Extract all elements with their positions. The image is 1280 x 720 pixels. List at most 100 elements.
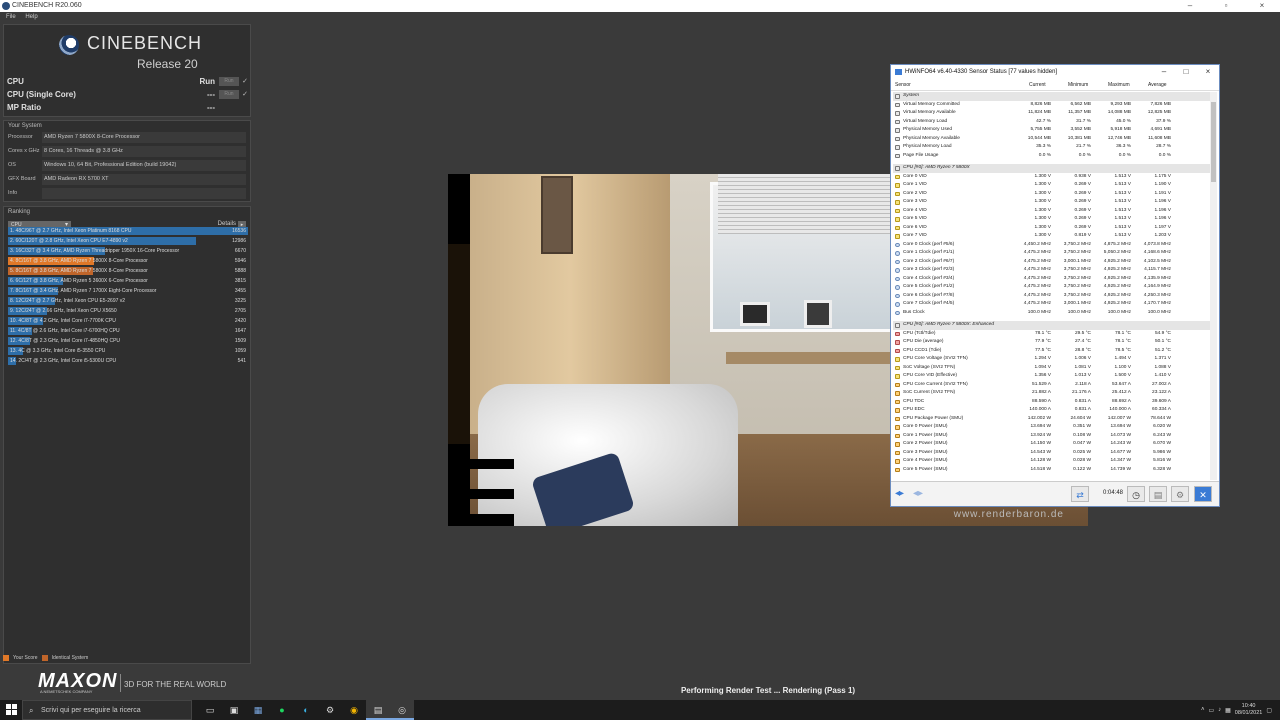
settings-gear-icon[interactable]: ⚙ <box>318 700 342 720</box>
minimize-icon[interactable]: – <box>1172 0 1208 12</box>
report-icon[interactable]: ▤ <box>1149 486 1167 502</box>
cinebench-taskbar-icon[interactable]: ◎ <box>390 700 414 720</box>
store-icon[interactable]: ▣ <box>222 700 246 720</box>
sensor-row[interactable]: CPU CCD1 (Tdie) 77.5 °C 28.8 °C 78.5 °C 51.2… <box>893 347 1211 356</box>
col-current[interactable]: Current <box>1029 79 1046 91</box>
ranking-item[interactable]: 7. 8C/16T @ 3.4 GHz, AMD Ryzen 7 1700X E… <box>8 286 248 296</box>
sensor-row[interactable]: Core 2 VID 1.300 V 0.269 V 1.513 V 1.191 V <box>893 190 1211 199</box>
sensor-row[interactable]: Core 7 Clock (perf #4/5) 4,475.2 MHz 3,000… <box>893 300 1211 309</box>
ranking-item[interactable]: 13. 4C @ 3.3 GHz, Intel Core i5-3550 CPU… <box>8 346 248 356</box>
run-button[interactable]: Run <box>219 90 239 99</box>
sensor-row[interactable]: Core 3 Power (SMU) 14.543 W 0.025 W 14.677 … <box>893 449 1211 458</box>
sensor-row[interactable]: Virtual Memory Available 11,824 MB 11,357 … <box>893 109 1211 118</box>
ranking-item[interactable]: 11. 4C/8T @ 2.6 GHz, Intel Core i7-6700H… <box>8 326 248 336</box>
sensor-row[interactable]: Core 0 Power (SMU) 13.694 W 0.351 W 13.694 … <box>893 423 1211 432</box>
tray-clock[interactable]: 10:40 08/01/2021 <box>1235 703 1263 717</box>
sensor-row[interactable]: Core 6 Clock (perf #7/8) 4,475.2 MHz 3,750… <box>893 292 1211 301</box>
sensor-row[interactable]: Physical Memory Used 5,755 MB 3,552 MB 5,91… <box>893 126 1211 135</box>
windows-start-icon[interactable] <box>6 704 18 716</box>
sensor-row[interactable]: Core 5 Power (SMU) 14.518 W 0.122 W 14.739 … <box>893 466 1211 475</box>
ranking-item[interactable]: 6. 6C/12T @ 3.8 GHz, AMD Ryzen 5 3600X 6… <box>8 276 248 286</box>
col-average[interactable]: Average <box>1148 79 1167 91</box>
sensor-row[interactable]: Core 3 VID 1.300 V 0.269 V 1.513 V 1.196 V <box>893 198 1211 207</box>
cinebench-titlebar[interactable]: CINEBENCH R20.060 – ▫ × <box>0 0 1280 12</box>
hwinfo-minimize-icon[interactable]: – <box>1153 65 1175 79</box>
edge-icon[interactable]: ◐ <box>294 700 318 720</box>
sensor-row[interactable]: Core 2 Clock (perf #6/7) 4,475.2 MHz 3,000… <box>893 258 1211 267</box>
ranking-item[interactable]: 14. 2C/4T @ 2.3 GHz, Intel Core i5-5300U… <box>8 356 248 366</box>
sensor-row[interactable]: Core 5 VID 1.300 V 0.269 V 1.513 V 1.196 V <box>893 215 1211 224</box>
sensor-row[interactable]: CPU Die (average) 77.9 °C 27.4 °C 78.1 °C 50… <box>893 338 1211 347</box>
checkmark-icon[interactable]: ✓ <box>242 75 248 88</box>
maximize-icon[interactable]: ▫ <box>1208 0 1244 12</box>
sensor-row[interactable]: SoC Voltage (SVI2 TFN) 1.094 V 1.081 V 1.10… <box>893 364 1211 373</box>
close-sensors-icon[interactable]: ✕ <box>1194 486 1212 502</box>
spotify-icon[interactable]: ● <box>270 700 294 720</box>
sensor-row[interactable]: Core 4 VID 1.300 V 0.269 V 1.513 V 1.196 V <box>893 207 1211 216</box>
hwinfo-scroll-thumb[interactable] <box>1211 102 1216 182</box>
ranking-item[interactable]: 4. 8C/16T @ 3.8 GHz, AMD Ryzen 7 5800X 8… <box>8 256 248 266</box>
col-minimum[interactable]: Minimum <box>1068 79 1088 91</box>
tray-chevron-icon[interactable]: ˄ <box>1201 707 1205 713</box>
hwinfo-close-icon[interactable]: × <box>1197 65 1219 79</box>
hwinfo-titlebar[interactable]: HWiNFO64 v6.40-4330 Sensor Status [77 va… <box>891 65 1219 79</box>
sensor-row[interactable]: Core 5 Clock (perf #1/2) 4,475.2 MHz 3,750… <box>893 283 1211 292</box>
sensor-row[interactable]: CPU TDC 88.590 A 0.831 A 88.692 A 39.609 A <box>893 398 1211 407</box>
ranking-item[interactable]: 3. 16C/32T @ 3.4 GHz, AMD Ryzen Threadri… <box>8 246 248 256</box>
network-icon[interactable]: ⇄ <box>1071 486 1089 502</box>
sensor-row[interactable]: CPU Core Voltage (SVI2 TFN) 1.294 V 1.006 … <box>893 355 1211 364</box>
notification-icon[interactable]: ▢ <box>1266 707 1272 714</box>
sensor-row[interactable]: CPU Core VID (Effective) 1.356 V 1.013 V 1.… <box>893 372 1211 381</box>
checkmark-icon[interactable]: ✓ <box>242 88 248 101</box>
sensor-group[interactable]: System <box>893 92 1211 101</box>
tray-volume-icon[interactable]: ♪ <box>1218 707 1221 713</box>
ranking-item[interactable]: 8. 12C/24T @ 2.7 GHz, Intel Xeon CPU E5-… <box>8 296 248 306</box>
ranking-item[interactable]: 9. 12C/24T @ 2.66 GHz, Intel Xeon CPU X5… <box>8 306 248 316</box>
sensor-row[interactable]: Page File Usage 0.0 % 0.0 % 0.0 % 0.0 % <box>893 152 1211 161</box>
sensor-row[interactable]: Virtual Memory Committed 8,826 MB 6,562 MB… <box>893 101 1211 110</box>
sensor-row[interactable]: Core 1 VID 1.300 V 0.269 V 1.513 V 1.190 V <box>893 181 1211 190</box>
sensor-row[interactable]: Core 3 Clock (perf #2/3) 4,475.2 MHz 3,750… <box>893 266 1211 275</box>
chrome-icon[interactable]: ◉ <box>342 700 366 720</box>
ranking-item[interactable]: 12. 4C/8T @ 2.3 GHz, Intel Core i7-4850H… <box>8 336 248 346</box>
ranking-item[interactable]: 1. 48C/96T @ 2.7 GHz, Intel Xeon Platinu… <box>8 226 248 236</box>
calculator-icon[interactable]: ▦ <box>246 700 270 720</box>
ranking-item[interactable]: 10. 4C/8T @ 4.2 GHz, Intel Core i7-7700K… <box>8 316 248 326</box>
sensor-row[interactable]: CPU Package Power (SMU) 142.002 W 24.604 W… <box>893 415 1211 424</box>
tray-network-icon[interactable]: ▭ <box>1208 707 1214 714</box>
taskbar-search[interactable]: ⌕ Scrivi qui per eseguire la ricerca <box>22 700 192 720</box>
sensor-row[interactable]: Bus Clock 100.0 MHz 100.0 MHz 100.0 MHz 100.… <box>893 309 1211 318</box>
ranking-item[interactable]: 5. 8C/16T @ 3.8 GHz, AMD Ryzen 7 5800X 8… <box>8 266 248 276</box>
close-icon[interactable]: × <box>1244 0 1280 12</box>
sensor-row[interactable]: Physical Memory Load 35.3 % 21.7 % 36.3 % 28… <box>893 143 1211 152</box>
sensor-group[interactable]: CPU [#0]: AMD Ryzen 7 5800X: Enhanced <box>893 321 1211 330</box>
menu-file[interactable]: File <box>6 14 16 20</box>
sensor-row[interactable]: Core 1 Clock (perf #1/1) 4,475.2 MHz 3,750… <box>893 249 1211 258</box>
sensor-row[interactable]: Core 0 Clock (perf #5/6) 4,450.2 MHz 3,750… <box>893 241 1211 250</box>
sensor-row[interactable]: Core 0 VID 1.300 V 0.938 V 1.513 V 1.175 V <box>893 173 1211 182</box>
sensor-row[interactable]: Core 6 VID 1.300 V 0.269 V 1.513 V 1.197 V <box>893 224 1211 233</box>
sensor-row[interactable]: CPU Core Current (SVI2 TFN) 51.529 A 2.118… <box>893 381 1211 390</box>
col-sensor[interactable]: Sensor <box>895 79 911 91</box>
menu-help[interactable]: Help <box>25 14 37 20</box>
sensor-row[interactable]: Core 7 VID 1.300 V 0.819 V 1.513 V 1.203 V <box>893 232 1211 241</box>
sensor-row[interactable]: Virtual Memory Load 42.7 % 31.7 % 45.0 % 37.… <box>893 118 1211 127</box>
sensor-row[interactable]: CPU (Tctl/Tdie) 78.1 °C 29.5 °C 78.1 °C 54.9… <box>893 330 1211 339</box>
hwinfo-taskbar-icon[interactable]: ▤ <box>366 700 390 720</box>
sensor-row[interactable]: Physical Memory Available 10,544 MB 10,381… <box>893 135 1211 144</box>
sensor-row[interactable]: Core 4 Clock (perf #3/4) 4,475.2 MHz 3,750… <box>893 275 1211 284</box>
sensor-row[interactable]: Core 1 Power (SMU) 13.924 W 0.108 W 14.073 … <box>893 432 1211 441</box>
nav-left-right-alt-icon[interactable]: ◂▸ <box>913 488 923 499</box>
hwinfo-maximize-icon[interactable]: □ <box>1175 65 1197 79</box>
sensor-row[interactable]: SoC Current (SVI2 TFN) 21.882 A 21.176 A 25… <box>893 389 1211 398</box>
clock-icon[interactable]: ◷ <box>1127 486 1145 502</box>
col-maximum[interactable]: Maximum <box>1108 79 1130 91</box>
task-view-icon[interactable]: ▭ <box>198 700 222 720</box>
ranking-item[interactable]: 2. 60C/120T @ 2.8 GHz, Intel Xeon CPU E7… <box>8 236 248 246</box>
sensor-group[interactable]: CPU [#0]: AMD Ryzen 7 5800X <box>893 164 1211 173</box>
sensor-row[interactable]: Core 4 Power (SMU) 14.128 W 0.028 W 14.347 … <box>893 457 1211 466</box>
settings-icon[interactable]: ⚙ <box>1171 486 1189 502</box>
hwinfo-scrollbar[interactable] <box>1210 92 1217 480</box>
nav-left-right-icon[interactable]: ◂▸ <box>895 488 904 499</box>
tray-language-icon[interactable]: ▦ <box>1225 707 1231 714</box>
